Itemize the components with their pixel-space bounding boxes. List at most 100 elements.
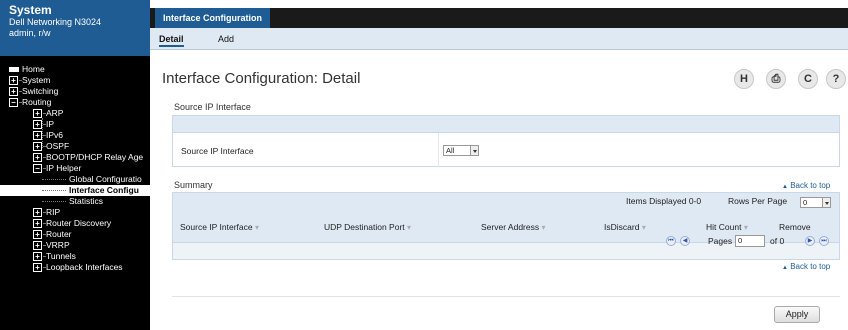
sidebar-item-label: RIP bbox=[46, 207, 61, 217]
col-label: Source IP Interface bbox=[180, 222, 253, 232]
chevron-down-icon[interactable] bbox=[822, 197, 831, 208]
sidebar-item-label: Router Discovery bbox=[46, 218, 112, 228]
page-number-input[interactable]: 0 bbox=[735, 235, 765, 247]
expand-icon[interactable]: + bbox=[33, 153, 42, 162]
expand-icon[interactable]: + bbox=[33, 131, 42, 140]
col-server-address[interactable]: Server Address ▾ bbox=[481, 222, 546, 232]
sidebar-item-global-configuratio[interactable]: Global Configuratio bbox=[0, 174, 150, 185]
collapse-icon[interactable]: − bbox=[33, 164, 42, 173]
tree-connector bbox=[43, 245, 45, 246]
pages-label: Pages bbox=[708, 236, 733, 246]
tab-interface-configuration[interactable]: Interface Configuration bbox=[155, 8, 271, 28]
sidebar-item-loopback-interfaces[interactable]: + Loopback Interfaces bbox=[0, 262, 150, 273]
sidebar-item-ipv6[interactable]: + IPv6 bbox=[0, 130, 150, 141]
summary-section-label: Summary bbox=[174, 180, 213, 190]
expand-icon[interactable]: + bbox=[33, 120, 42, 129]
sidebar-item-label: IP Helper bbox=[46, 163, 82, 173]
subtab-add[interactable]: Add bbox=[218, 28, 234, 50]
tree-connector bbox=[43, 113, 45, 114]
sidebar-item-home[interactable]: Home bbox=[0, 64, 150, 75]
expand-icon[interactable]: + bbox=[33, 208, 42, 217]
sidebar-item-label: Routing bbox=[22, 97, 52, 107]
sidebar-item-ip[interactable]: + IP bbox=[0, 119, 150, 130]
col-remove: Remove bbox=[779, 222, 811, 232]
next-page-icon[interactable]: ▶ bbox=[805, 236, 815, 246]
sidebar-item-label: IP bbox=[46, 119, 55, 129]
rows-per-page-select[interactable]: 0 bbox=[800, 197, 831, 208]
prev-page-icon[interactable]: ◀ bbox=[680, 236, 690, 246]
sidebar-item-switching[interactable]: + Switching bbox=[0, 86, 150, 97]
col-isdiscard[interactable]: IsDiscard ▾ bbox=[604, 222, 646, 232]
expand-icon[interactable]: + bbox=[33, 219, 42, 228]
refresh-icon[interactable]: C bbox=[798, 69, 818, 89]
sidebar-item-routing[interactable]: − Routing bbox=[0, 97, 150, 108]
tree-connector bbox=[43, 124, 45, 125]
subtab-detail[interactable]: Detail bbox=[159, 28, 184, 50]
arrow-up-icon: ▲ bbox=[782, 265, 788, 271]
sidebar-item-interface-configu[interactable]: Interface Configu bbox=[0, 185, 150, 196]
source-ip-select-value: All bbox=[446, 146, 455, 155]
col-label: Server Address bbox=[481, 222, 540, 232]
sidebar-item-tunnels[interactable]: + Tunnels bbox=[0, 251, 150, 262]
source-ip-select[interactable]: All bbox=[443, 145, 479, 156]
collapse-icon[interactable]: − bbox=[9, 98, 18, 107]
back-to-top-link[interactable]: ▲ Back to top bbox=[782, 181, 830, 190]
sidebar-item-router[interactable]: + Router bbox=[0, 229, 150, 240]
sidebar-item-statistics[interactable]: Statistics bbox=[0, 196, 150, 207]
sidebar-item-arp[interactable]: + ARP bbox=[0, 108, 150, 119]
sidebar-item-label: Router bbox=[46, 229, 72, 239]
tree-connector bbox=[43, 267, 45, 268]
back-to-top-label: Back to top bbox=[790, 262, 831, 271]
question-icon[interactable]: ? bbox=[826, 69, 846, 89]
nav-tree: Home + System + Switching − Routing + ARP + IP + IPv… bbox=[0, 56, 150, 273]
tree-connector bbox=[42, 201, 66, 202]
sidebar-item-ip-helper[interactable]: − IP Helper bbox=[0, 163, 150, 174]
sort-icon: ▾ bbox=[254, 223, 259, 232]
tree-connector bbox=[43, 212, 45, 213]
chevron-down-icon[interactable] bbox=[470, 145, 479, 156]
sort-icon: ▾ bbox=[743, 223, 748, 232]
expand-icon[interactable]: + bbox=[33, 142, 42, 151]
device-name: Dell Networking N3024 bbox=[9, 17, 102, 27]
tree-connector bbox=[42, 118, 43, 148]
sort-icon: ▾ bbox=[641, 223, 646, 232]
sidebar-item-rip[interactable]: + RIP bbox=[0, 207, 150, 218]
user-role: admin, r/w bbox=[9, 28, 51, 38]
source-ip-section-label: Source IP Interface bbox=[174, 102, 251, 112]
source-ip-panel-header bbox=[173, 116, 839, 133]
expand-icon[interactable]: + bbox=[33, 252, 42, 261]
tree-connector bbox=[19, 91, 21, 92]
sidebar-item-label: OSPF bbox=[46, 141, 70, 151]
expand-icon[interactable]: + bbox=[9, 87, 18, 96]
col-label: Hit Count bbox=[706, 222, 742, 232]
sidebar-item-system[interactable]: + System bbox=[0, 75, 150, 86]
expand-icon[interactable]: + bbox=[9, 76, 18, 85]
tree-connector bbox=[43, 256, 45, 257]
expand-icon[interactable]: + bbox=[33, 263, 42, 272]
sidebar-item-label: VRRP bbox=[46, 240, 70, 250]
first-page-icon[interactable]: ⏮ bbox=[666, 236, 676, 246]
tree-connector bbox=[19, 102, 21, 103]
expand-icon[interactable]: + bbox=[33, 241, 42, 250]
expand-icon[interactable]: + bbox=[33, 109, 42, 118]
print-icon[interactable]: ⎙ bbox=[766, 69, 786, 89]
help-h-icon[interactable]: H bbox=[734, 69, 754, 89]
sidebar-item-bootp-dhcp-relay-age[interactable]: + BOOTP/DHCP Relay Age bbox=[0, 152, 150, 163]
back-to-top-link-bottom[interactable]: ▲ Back to top bbox=[782, 262, 830, 271]
sidebar-item-router-discovery[interactable]: + Router Discovery bbox=[0, 218, 150, 229]
sidebar-item-vrrp[interactable]: + VRRP bbox=[0, 240, 150, 251]
sidebar-item-label: Statistics bbox=[69, 196, 104, 206]
subtab-bar: Detail Add bbox=[150, 28, 848, 50]
col-hit-count[interactable]: Hit Count ▾ bbox=[706, 222, 748, 232]
col-source-ip-interface[interactable]: Source IP Interface ▾ bbox=[180, 222, 259, 232]
source-ip-field-label: Source IP Interface bbox=[181, 146, 254, 156]
sidebar-item-ospf[interactable]: + OSPF bbox=[0, 141, 150, 152]
rows-per-page-label: Rows Per Page bbox=[728, 196, 788, 206]
tree-connector bbox=[19, 80, 21, 81]
tree-connector bbox=[43, 157, 45, 158]
col-udp-destination-port[interactable]: UDP Destination Port ▾ bbox=[324, 222, 411, 232]
last-page-icon[interactable]: ⏭ bbox=[819, 236, 829, 246]
expand-icon[interactable]: + bbox=[33, 230, 42, 239]
tree-connector bbox=[43, 135, 45, 136]
apply-button[interactable]: Apply bbox=[774, 306, 820, 323]
